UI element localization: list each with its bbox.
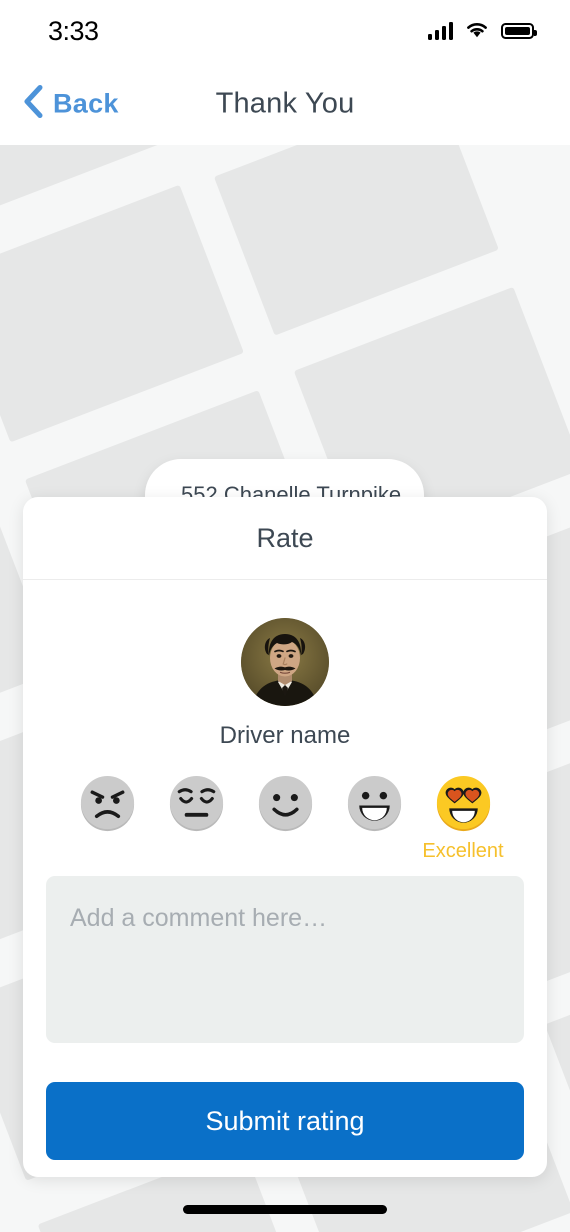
- rating-option-pensive[interactable]: [165, 772, 228, 840]
- slight-smile-icon: [254, 772, 317, 835]
- driver-avatar: [241, 618, 329, 706]
- rating-option-label: Excellent: [422, 840, 504, 862]
- map-background[interactable]: 552 Chanelle Turnpike Suite 523 Rate: [0, 145, 570, 1232]
- angry-face-icon: [76, 772, 139, 835]
- rating-option-excellent[interactable]: Excellent: [422, 772, 504, 863]
- app-screen: 3:33 Back Thank You 552 Chanelle Turnpik…: [0, 0, 570, 1232]
- rating-option-slight-smile[interactable]: [254, 772, 317, 840]
- battery-full-icon: [501, 23, 537, 39]
- status-bar: 3:33: [0, 0, 570, 62]
- status-icons: [427, 20, 537, 43]
- driver-name: Driver name: [219, 722, 351, 749]
- submit-rating-button[interactable]: Submit rating: [46, 1082, 524, 1160]
- cellular-signal-icon: [427, 22, 453, 40]
- rating-row: Excellent: [23, 772, 547, 863]
- wifi-icon: [465, 20, 489, 43]
- status-time: 3:33: [48, 15, 99, 46]
- nav-bar: Back Thank You: [0, 62, 570, 145]
- home-indicator: [183, 1205, 387, 1214]
- rate-card-title: Rate: [256, 522, 314, 553]
- comment-input[interactable]: [46, 876, 524, 1043]
- rating-option-grinning[interactable]: [343, 772, 406, 840]
- heart-eyes-icon: [432, 772, 495, 835]
- grinning-face-icon: [343, 772, 406, 835]
- rate-card-header: Rate: [23, 497, 547, 580]
- page-title: Thank You: [215, 87, 355, 119]
- rating-option-angry[interactable]: [76, 772, 139, 840]
- driver-block: Driver name: [23, 618, 547, 750]
- pensive-face-icon: [165, 772, 228, 835]
- rate-card: Rate Driver name Excellent Add a comment…: [23, 497, 547, 1177]
